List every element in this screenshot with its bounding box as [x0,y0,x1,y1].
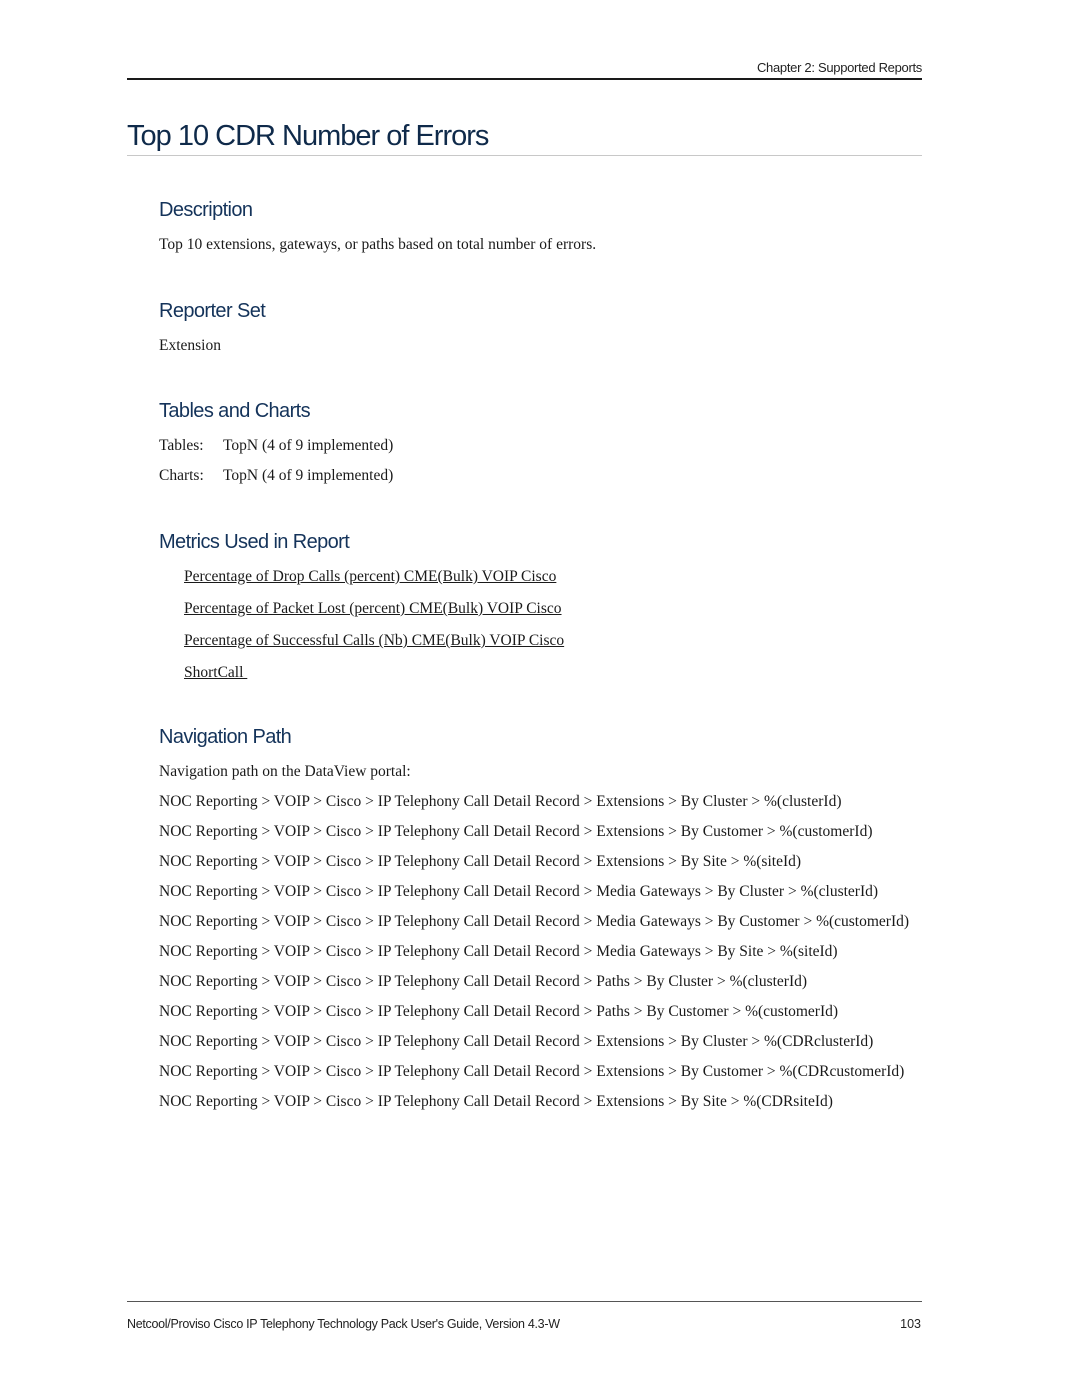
tables-label: Tables: [159,437,204,454]
navigation-heading: Navigation Path [159,726,292,748]
description-text: Top 10 extensions, gateways, or paths ba… [159,236,597,253]
navigation-path: NOC Reporting > VOIP > Cisco > IP Teleph… [159,943,838,960]
reporter-set-text: Extension [159,337,221,354]
section-reporter-set: Reporter Set Extension [159,297,266,356]
description-heading: Description [159,199,253,221]
tables-line: Tables: TopN (4 of 9 implemented) [159,435,393,456]
navigation-paths: NOC Reporting > VOIP > Cisco > IP Teleph… [159,791,929,1112]
charts-label: Charts: [159,467,204,484]
charts-line: Charts: TopN (4 of 9 implemented) [159,465,393,486]
metric-link[interactable]: ShortCall [184,662,564,683]
navigation-path: NOC Reporting > VOIP > Cisco > IP Teleph… [159,1033,874,1050]
navigation-path: NOC Reporting > VOIP > Cisco > IP Teleph… [159,1003,839,1020]
reporter-set-heading: Reporter Set [159,300,266,322]
metric-link[interactable]: Percentage of Drop Calls (percent) CME(B… [184,566,564,587]
navigation-path: NOC Reporting > VOIP > Cisco > IP Teleph… [159,913,910,930]
charts-value: TopN (4 of 9 implemented) [223,467,394,484]
metrics-heading: Metrics Used in Report [159,531,350,553]
header-rule [127,78,922,80]
navigation-path: NOC Reporting > VOIP > Cisco > IP Teleph… [159,793,842,810]
page-number: 103 [900,1317,921,1331]
footer-rule [127,1301,922,1302]
section-metrics: Metrics Used in Report Percentage of Dro… [159,528,564,683]
metric-link[interactable]: Percentage of Successful Calls (Nb) CME(… [184,630,564,651]
navigation-path: NOC Reporting > VOIP > Cisco > IP Teleph… [159,973,808,990]
tables-value: TopN (4 of 9 implemented) [223,437,394,454]
navigation-path: NOC Reporting > VOIP > Cisco > IP Teleph… [159,853,802,870]
navigation-path: NOC Reporting > VOIP > Cisco > IP Teleph… [159,823,873,840]
page-title: Top 10 CDR Number of Errors [127,120,489,152]
navigation-path: NOC Reporting > VOIP > Cisco > IP Teleph… [159,883,879,900]
metric-link[interactable]: Percentage of Packet Lost (percent) CME(… [184,598,564,619]
section-navigation: Navigation Path Navigation path on the D… [159,723,929,1121]
navigation-path: NOC Reporting > VOIP > Cisco > IP Teleph… [159,1063,905,1080]
metrics-links: Percentage of Drop Calls (percent) CME(B… [159,566,564,683]
title-rule [127,155,922,156]
footer-guide-title: Netcool/Proviso Cisco IP Telephony Techn… [127,1317,560,1331]
navigation-intro: Navigation path on the DataView portal: [159,763,411,780]
section-description: Description Top 10 extensions, gateways,… [159,196,596,255]
tables-charts-heading: Tables and Charts [159,400,311,422]
navigation-path: NOC Reporting > VOIP > Cisco > IP Teleph… [159,1093,833,1110]
chapter-header: Chapter 2: Supported Reports [756,60,922,75]
section-tables-charts: Tables and Charts Tables: TopN (4 of 9 im… [159,397,393,486]
